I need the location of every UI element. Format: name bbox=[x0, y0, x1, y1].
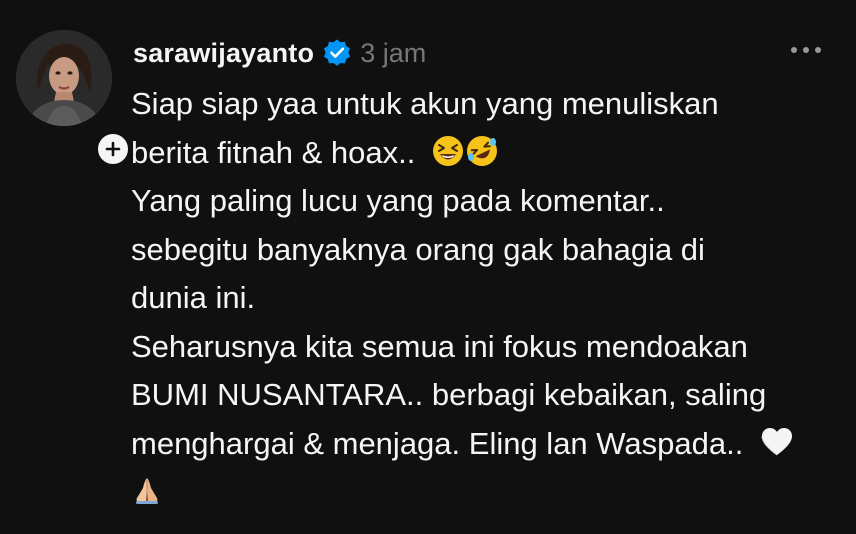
post-line: berita fitnah & hoax.. bbox=[131, 129, 841, 178]
more-options-icon bbox=[790, 41, 822, 59]
post-text: Siap siap yaa untuk akun yang menuliskan… bbox=[131, 80, 841, 517]
post-line: Seharusnya kita semua ini fokus mendoaka… bbox=[131, 323, 841, 372]
post-line-text: berita fitnah & hoax.. bbox=[131, 134, 416, 170]
folded-hands-emoji bbox=[131, 474, 163, 506]
post-line: menghargai & menjaga. Eling lan Waspada.… bbox=[131, 420, 841, 469]
post-line-text: Seharusnya kita semua ini fokus mendoaka… bbox=[131, 328, 748, 364]
grinning-squinting-face-emoji bbox=[432, 135, 464, 167]
author-avatar-container bbox=[16, 30, 131, 167]
plus-icon bbox=[105, 141, 121, 157]
post-line-text: sebegitu banyaknya orang gak bahagia di bbox=[131, 231, 705, 267]
more-options-button[interactable] bbox=[786, 38, 826, 62]
rolling-on-floor-laughing-emoji bbox=[466, 135, 498, 167]
post-line: Yang paling lucu yang pada komentar.. bbox=[131, 177, 841, 226]
post-line-text: Siap siap yaa untuk akun yang menuliskan bbox=[131, 86, 719, 121]
follow-button[interactable] bbox=[95, 131, 131, 167]
white-heart-emoji bbox=[760, 426, 794, 458]
post-line-text: Yang paling lucu yang pada komentar.. bbox=[131, 183, 665, 218]
post-header: sarawijayanto 3 jam bbox=[133, 33, 426, 73]
username[interactable]: sarawijayanto bbox=[133, 38, 314, 69]
post-line-text: dunia ini. bbox=[131, 280, 256, 315]
verified-badge-icon bbox=[322, 38, 352, 68]
post-timestamp: 3 jam bbox=[360, 37, 427, 68]
post-line: dunia ini. bbox=[131, 274, 841, 323]
post-line-text: menghargai & menjaga. Eling lan Waspada.… bbox=[131, 425, 744, 461]
post-line-text: BUMI NUSANTARA.. berbagi kebaikan, salin… bbox=[131, 377, 767, 412]
avatar[interactable] bbox=[16, 30, 112, 126]
post-line: BUMI NUSANTARA.. berbagi kebaikan, salin… bbox=[131, 371, 841, 420]
post-line bbox=[131, 468, 841, 517]
post-line: sebegitu banyaknya orang gak bahagia di bbox=[131, 226, 841, 275]
post-line: Siap siap yaa untuk akun yang menuliskan bbox=[131, 80, 841, 129]
